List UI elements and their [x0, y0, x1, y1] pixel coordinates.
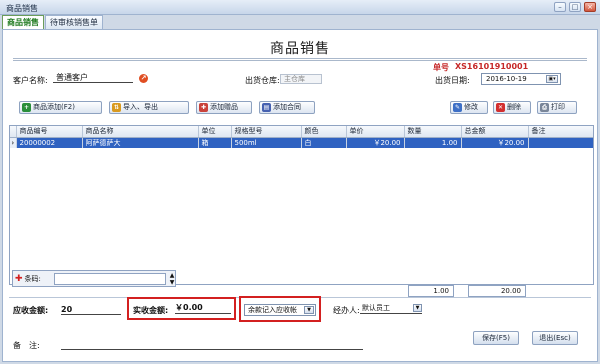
add-gift-label: 添加赠品 — [210, 103, 238, 111]
tab-strip: 商品销售 待审核销售单 — [2, 15, 103, 30]
sales-form-panel: 商品销售 单号 XS16101910001 客户名称: 普通客户 ↗ 出货仓库:… — [2, 29, 598, 362]
calendar-dropdown-icon[interactable]: ▣▾ — [546, 75, 558, 83]
import-export-icon: ⇅ — [112, 103, 121, 112]
balance-option-value: 余款记入应收帐 — [248, 306, 297, 314]
goods-table: 商品编号 商品名称 单位 规格型号 颜色 单价 数量 总金额 备注 › 2000… — [10, 126, 593, 148]
column-header-name[interactable]: 商品名称 — [82, 126, 199, 138]
column-header-unit[interactable]: 单位 — [198, 126, 232, 138]
agent-label: 经办人: — [333, 306, 360, 315]
date-value: 2016-10-19 — [486, 75, 527, 83]
column-header-total[interactable]: 总金额 — [461, 126, 529, 138]
delete-icon: ✕ — [496, 103, 505, 112]
customer-input[interactable]: 普通客户 — [53, 73, 133, 83]
exit-button[interactable]: 退出(Esc) — [532, 331, 578, 345]
tab-goods-sales[interactable]: 商品销售 — [2, 15, 44, 29]
window-titlebar: 商品销售 – □ × — [0, 0, 600, 15]
cell-unit[interactable]: 箱 — [198, 137, 232, 148]
remark-label: 备 注: — [13, 341, 40, 350]
order-number-label: 单号 — [433, 63, 449, 72]
cell-code[interactable]: 20000002 — [16, 137, 83, 148]
column-header-qty[interactable]: 数量 — [404, 126, 462, 138]
window-title: 商品销售 — [6, 4, 38, 13]
goods-grid[interactable]: 商品编号 商品名称 单位 规格型号 颜色 单价 数量 总金额 备注 › 2000… — [9, 125, 594, 285]
pencil-icon: ✎ — [453, 103, 462, 112]
window-controls: – □ × — [554, 2, 596, 12]
chevron-down-icon[interactable]: ▼ — [304, 306, 314, 314]
column-header-color[interactable]: 颜色 — [301, 126, 347, 138]
cell-price[interactable]: ￥20.00 — [346, 137, 405, 148]
receivable-value: 20 — [61, 305, 121, 315]
total-qty: 1.00 — [408, 285, 454, 297]
save-button[interactable]: 保存(F5) — [473, 331, 519, 345]
column-header-note[interactable]: 备注 — [528, 126, 593, 138]
balance-option-select[interactable]: 余款记入应收帐 ▼ — [244, 304, 316, 316]
delete-label: 删除 — [507, 103, 521, 111]
edit-label: 修改 — [464, 103, 478, 111]
add-contract-button[interactable]: ▤ 添加合同 — [259, 101, 315, 114]
add-contract-label: 添加合同 — [273, 103, 301, 111]
add-gift-button[interactable]: ✚ 添加赠品 — [196, 101, 252, 114]
column-header-spec[interactable]: 规格型号 — [231, 126, 302, 138]
warehouse-select[interactable]: 主仓库 — [280, 74, 322, 84]
import-export-label: 导入、导出 — [123, 103, 158, 111]
barcode-label-wrap: ✚ 条码: — [15, 274, 41, 284]
cell-total[interactable]: ￥20.00 — [461, 137, 529, 148]
column-header-code[interactable]: 商品编号 — [16, 126, 83, 138]
agent-value: 默认员工 — [362, 304, 390, 312]
page-title: 商品销售 — [270, 41, 330, 57]
add-goods-label: 商品添加(F2) — [33, 103, 75, 111]
title-divider — [13, 58, 587, 59]
barcode-scroll-arrows[interactable]: ▲ ▼ — [168, 272, 176, 286]
order-number-value: XS16101910001 — [455, 62, 529, 71]
print-button[interactable]: ⎙ 打印 — [537, 101, 577, 114]
customer-picker-icon[interactable]: ↗ — [139, 74, 148, 83]
cell-name[interactable]: 阿萨德萨大 — [82, 137, 199, 148]
warehouse-label: 出货仓库: — [245, 76, 280, 85]
barcode-label: 条码: — [24, 275, 41, 283]
print-label: 打印 — [551, 103, 565, 111]
minimize-button[interactable]: – — [554, 2, 566, 12]
maximize-button[interactable]: □ — [569, 2, 581, 12]
barcode-bar: ✚ 条码: ▲ ▼ — [12, 270, 176, 287]
cell-qty[interactable]: 1.00 — [404, 137, 462, 148]
cell-spec[interactable]: 500ml — [231, 137, 302, 148]
customer-label: 客户名称: — [13, 76, 48, 85]
title-divider — [13, 60, 587, 61]
add-icon: + — [22, 103, 31, 112]
gift-icon: ✚ — [199, 103, 208, 112]
printer-icon: ⎙ — [540, 103, 549, 112]
remark-input[interactable] — [61, 339, 363, 350]
barcode-input[interactable] — [54, 273, 166, 285]
agent-select[interactable]: 默认员工 ▼ — [360, 303, 422, 314]
receivable-label: 应收金额: — [13, 306, 49, 315]
date-picker[interactable]: 2016-10-19 ▣▾ — [481, 73, 561, 85]
actual-amount-input[interactable]: ￥0.00 — [175, 302, 231, 314]
actual-amount-label: 实收金额: — [133, 306, 169, 315]
total-amount: 20.00 — [468, 285, 526, 297]
contract-icon: ▤ — [262, 103, 271, 112]
barcode-icon: ✚ — [15, 274, 23, 284]
column-header-price[interactable]: 单价 — [346, 126, 405, 138]
date-label: 出货日期: — [435, 76, 470, 85]
add-goods-button[interactable]: + 商品添加(F2) — [19, 101, 102, 114]
edit-button[interactable]: ✎ 修改 — [450, 101, 488, 114]
import-export-button[interactable]: ⇅ 导入、导出 — [109, 101, 189, 114]
cell-color[interactable]: 白 — [301, 137, 347, 148]
table-row[interactable]: › 20000002 阿萨德萨大 箱 500ml 白 ￥20.00 1.00 ￥… — [10, 137, 593, 148]
delete-button[interactable]: ✕ 删除 — [493, 101, 531, 114]
grid-header-row: 商品编号 商品名称 单位 规格型号 颜色 单价 数量 总金额 备注 — [10, 126, 593, 138]
chevron-down-icon[interactable]: ▼ — [413, 304, 422, 312]
cell-note[interactable] — [528, 137, 593, 148]
tab-pending-review[interactable]: 待审核销售单 — [45, 15, 103, 29]
close-button[interactable]: × — [584, 2, 596, 12]
